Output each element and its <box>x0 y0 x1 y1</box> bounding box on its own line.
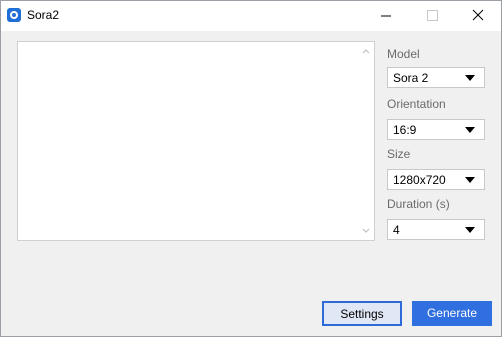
scroll-down-arrow-icon[interactable] <box>361 226 371 236</box>
chevron-down-icon <box>465 177 475 183</box>
maximize-button[interactable] <box>409 1 455 31</box>
vertical-scrollbar[interactable] <box>358 42 374 240</box>
duration-value: 4 <box>393 223 400 237</box>
title-bar: Sora2 <box>1 1 501 31</box>
model-dropdown[interactable]: Sora 2 <box>387 67 485 88</box>
close-button[interactable] <box>455 1 501 31</box>
scroll-up-arrow-icon[interactable] <box>361 46 371 56</box>
chevron-down-icon <box>465 127 475 133</box>
generate-button[interactable]: Generate <box>412 301 492 326</box>
orientation-label: Orientation <box>387 97 446 111</box>
app-logo-icon <box>7 8 21 22</box>
chevron-down-icon <box>465 227 475 233</box>
size-label: Size <box>387 147 411 161</box>
client-area: Model Sora 2 Orientation 16:9 Size 1280x… <box>1 31 501 336</box>
settings-button[interactable]: Settings <box>322 301 402 326</box>
minimize-icon <box>381 15 391 17</box>
size-value: 1280x720 <box>393 173 446 187</box>
duration-dropdown[interactable]: 4 <box>387 219 485 240</box>
app-window: Sora2 Model Sora 2 Orientation 16:9 Size… <box>0 0 502 337</box>
duration-label: Duration (s) <box>387 197 450 211</box>
size-dropdown[interactable]: 1280x720 <box>387 169 485 190</box>
prompt-textarea[interactable] <box>17 41 375 241</box>
model-label: Model <box>387 47 420 61</box>
model-value: Sora 2 <box>393 71 429 85</box>
close-icon <box>472 9 484 21</box>
orientation-dropdown[interactable]: 16:9 <box>387 119 485 140</box>
maximize-icon <box>427 10 438 21</box>
chevron-down-icon <box>465 75 475 81</box>
window-title: Sora2 <box>27 8 60 22</box>
orientation-value: 16:9 <box>393 123 417 137</box>
minimize-button[interactable] <box>363 1 409 31</box>
